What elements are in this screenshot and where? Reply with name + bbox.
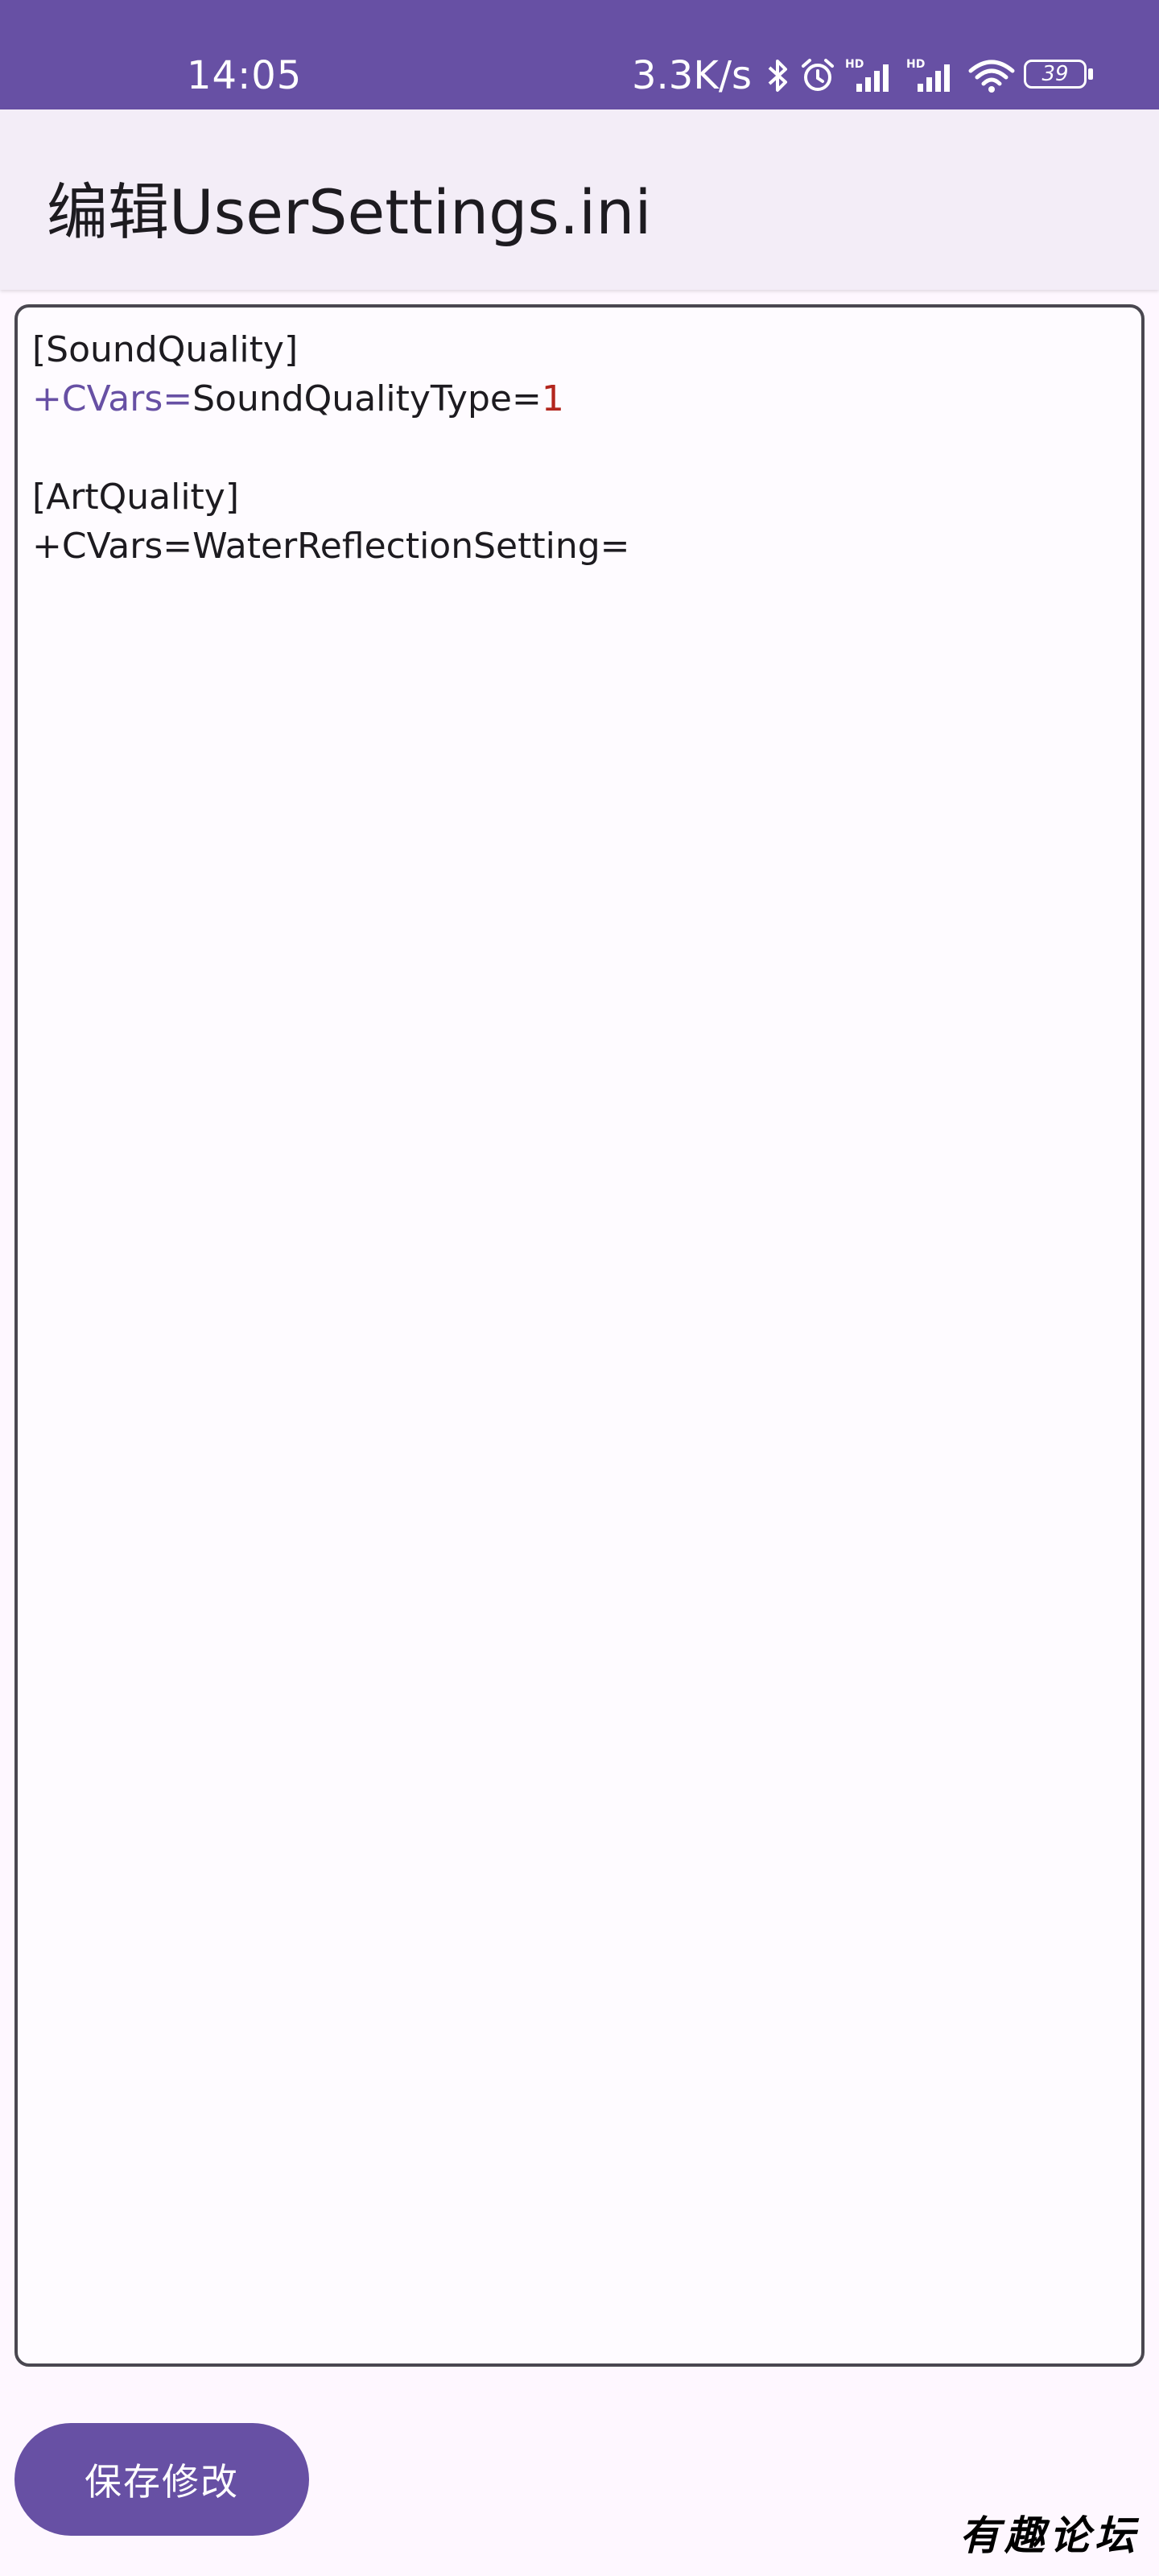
status-bar: 14:05 3.3K/s HD HD 39 [0, 0, 1159, 109]
svg-text:HD: HD [845, 58, 864, 71]
app-bar: 编辑UserSettings.ini [0, 109, 1159, 290]
editor-line: +CVars=SoundQualityType=1 [32, 374, 1127, 423]
battery-level: 39 [1041, 62, 1069, 86]
battery-icon: 39 [1024, 60, 1095, 92]
editor-line: +CVars=WaterReflectionSetting= [32, 522, 1127, 571]
ini-editor-textarea[interactable]: [SoundQuality] +CVars=SoundQualityType=1[… [14, 304, 1145, 2367]
bluetooth-icon [766, 56, 790, 95]
alarm-icon [798, 56, 837, 95]
editor-line-value: 1 [541, 378, 564, 419]
editor-line-text: SoundQualityType= [192, 378, 542, 419]
editor-line-text: [ArtQuality] [32, 477, 239, 518]
editor-line-text: [SoundQuality] [32, 329, 299, 370]
network-speed: 3.3K/s [632, 53, 752, 98]
svg-text:HD: HD [906, 58, 925, 71]
editor-line: [SoundQuality] [32, 325, 1127, 374]
hd-signal-icon: HD [845, 56, 898, 95]
editor-line: [ArtQuality] [32, 473, 1127, 522]
wifi-icon [967, 56, 1016, 95]
status-time: 14:05 [187, 53, 303, 98]
editor-line-text: +CVars=WaterReflectionSetting= [32, 526, 630, 567]
watermark: 有趣论坛 [959, 2512, 1140, 2559]
editor-line-key: +CVars= [32, 378, 193, 419]
status-icons: 3.3K/s HD HD 39 [632, 53, 1095, 98]
hd-signal-icon: HD [906, 56, 959, 95]
save-button[interactable]: 保存修改 [14, 2423, 309, 2536]
page-title: 编辑UserSettings.ini [47, 176, 652, 248]
